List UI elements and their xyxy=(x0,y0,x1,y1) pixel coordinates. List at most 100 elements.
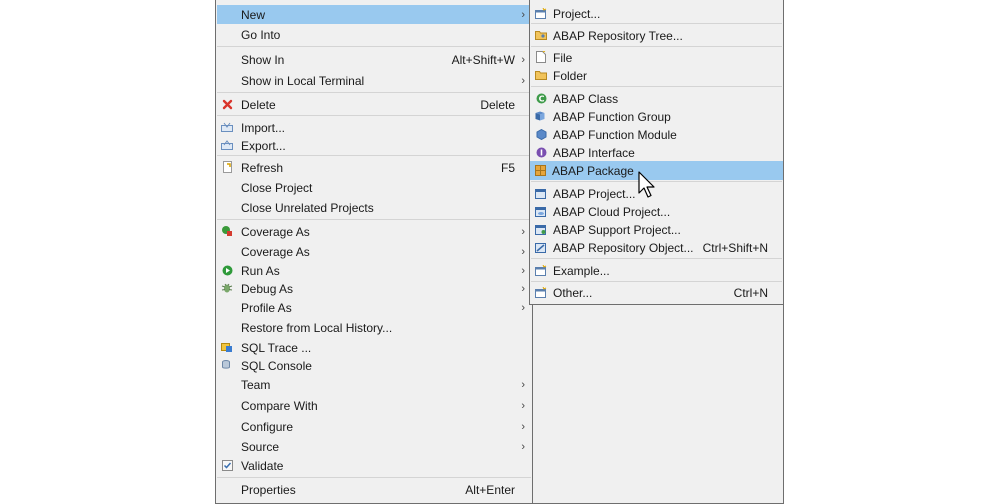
submenu-item-abap-cloud-project[interactable]: ABAP Cloud Project... xyxy=(531,202,782,221)
submenu-arrow-icon: › xyxy=(521,399,525,412)
submenu-arrow-icon: › xyxy=(521,53,525,66)
function-group-icon xyxy=(535,110,547,122)
menu-item-label: Go Into xyxy=(241,27,281,42)
menu-item-import[interactable]: Import... xyxy=(217,118,531,137)
refresh-icon xyxy=(221,161,233,173)
menu-item-coverage-as[interactable]: Coverage As › xyxy=(217,222,531,241)
menu-item-go-into[interactable]: Go Into xyxy=(217,25,531,44)
menu-item-label: New xyxy=(241,7,266,22)
mouse-pointer-icon xyxy=(638,171,655,198)
run-icon xyxy=(221,264,233,276)
submenu-arrow-icon: › xyxy=(521,74,525,87)
menu-item-sql-trace[interactable]: SQL Trace ... xyxy=(217,338,531,357)
menu-item-label: File xyxy=(553,50,573,65)
menu-item-delete[interactable]: Delete Delete xyxy=(217,95,531,114)
menu-item-label: Delete xyxy=(241,97,276,112)
submenu-item-project[interactable]: Project... xyxy=(531,4,782,23)
menu-item-close-unrelated-projects[interactable]: Close Unrelated Projects xyxy=(217,198,531,217)
svg-text:I: I xyxy=(540,148,543,157)
menu-item-label: ABAP Package xyxy=(552,163,634,178)
menu-item-label: ABAP Support Project... xyxy=(553,222,681,237)
submenu-item-folder[interactable]: Folder xyxy=(531,66,782,85)
menu-item-label: Profile As xyxy=(241,300,292,315)
menu-item-label: ABAP Function Group xyxy=(553,109,671,124)
menu-item-export[interactable]: Export... xyxy=(217,136,531,155)
submenu-item-abap-interface[interactable]: I ABAP Interface xyxy=(531,143,782,162)
example-icon xyxy=(535,264,547,276)
submenu-item-abap-repository-object[interactable]: ABAP Repository Object... Ctrl+Shift+N xyxy=(531,238,782,257)
abap-interface-icon: I xyxy=(535,146,547,158)
submenu-arrow-icon: › xyxy=(521,378,525,391)
submenu-arrow-icon: › xyxy=(521,440,525,453)
submenu-arrow-icon: › xyxy=(521,225,525,238)
menu-separator xyxy=(217,92,531,93)
menu-item-close-project[interactable]: Close Project xyxy=(217,178,531,197)
menu-item-run-as[interactable]: Run As › xyxy=(217,261,531,280)
menu-item-show-in-local-terminal[interactable]: Show in Local Terminal › xyxy=(217,71,531,90)
menu-separator xyxy=(217,46,531,47)
menu-item-debug-as[interactable]: Debug As › xyxy=(217,279,531,298)
menu-item-configure[interactable]: Configure › xyxy=(217,417,531,436)
menu-item-refresh[interactable]: Refresh F5 xyxy=(217,158,531,177)
menu-item-label: Close Unrelated Projects xyxy=(241,200,374,215)
menu-item-label: Validate xyxy=(241,458,284,473)
new-submenu: Project... ABAP Repository Tree... File … xyxy=(529,0,784,305)
menu-item-label: Source xyxy=(241,439,280,454)
shortcut-label: Ctrl+Shift+N xyxy=(702,240,768,255)
abap-package-icon xyxy=(534,164,546,176)
menu-item-profile-as[interactable]: Profile As › xyxy=(217,298,531,317)
submenu-arrow-icon: › xyxy=(521,264,525,277)
menu-item-label: ABAP Project... xyxy=(553,186,636,201)
submenu-item-example[interactable]: Example... xyxy=(531,261,782,280)
menu-item-label: ABAP Function Module xyxy=(553,127,677,142)
menu-item-coverage-as-2[interactable]: Coverage As › xyxy=(217,242,531,261)
submenu-item-other[interactable]: Other... Ctrl+N xyxy=(531,283,782,302)
menu-item-label: ABAP Repository Tree... xyxy=(553,28,683,43)
menu-item-sql-console[interactable]: SQL Console xyxy=(217,356,531,375)
abap-project-icon xyxy=(535,187,547,199)
shortcut-label: F5 xyxy=(500,160,515,175)
menu-separator xyxy=(531,258,782,259)
menu-item-label: ABAP Interface xyxy=(553,145,635,160)
menu-item-label: Other... xyxy=(553,285,593,300)
sql-trace-icon xyxy=(221,341,233,353)
menu-separator xyxy=(217,115,531,116)
menu-item-label: SQL Trace ... xyxy=(241,340,312,355)
submenu-arrow-icon: › xyxy=(521,301,525,314)
svg-text:C: C xyxy=(538,94,544,103)
menu-item-label: Show In xyxy=(241,52,285,67)
abap-cloud-project-icon xyxy=(535,205,547,217)
menu-separator xyxy=(531,86,782,87)
menu-item-properties[interactable]: Properties Alt+Enter xyxy=(217,480,531,499)
submenu-item-abap-function-group[interactable]: ABAP Function Group xyxy=(531,107,782,126)
menu-item-label: Properties xyxy=(241,482,296,497)
menu-item-restore-from-local-history[interactable]: Restore from Local History... xyxy=(217,318,531,337)
shortcut-label: Alt+Shift+W xyxy=(451,52,515,67)
submenu-item-abap-class[interactable]: C ABAP Class xyxy=(531,89,782,108)
submenu-arrow-icon: › xyxy=(521,420,525,433)
abap-class-icon: C xyxy=(535,92,547,104)
menu-separator xyxy=(531,46,782,47)
sql-console-icon xyxy=(221,359,233,371)
shortcut-label: Ctrl+N xyxy=(733,285,768,300)
menu-item-label: Restore from Local History... xyxy=(241,320,393,335)
menu-item-label: SQL Console xyxy=(241,358,312,373)
submenu-item-abap-repository-tree[interactable]: ABAP Repository Tree... xyxy=(531,26,782,45)
menu-item-label: Export... xyxy=(241,138,286,153)
debug-icon xyxy=(221,282,233,294)
submenu-item-abap-support-project[interactable]: ABAP Support Project... xyxy=(531,220,782,239)
menu-item-new[interactable]: New › xyxy=(217,5,531,24)
submenu-item-file[interactable]: File xyxy=(531,48,782,67)
menu-item-show-in[interactable]: Show In Alt+Shift+W › xyxy=(217,50,531,69)
menu-item-label: Folder xyxy=(553,68,588,83)
menu-item-source[interactable]: Source › xyxy=(217,437,531,456)
menu-separator xyxy=(217,219,531,220)
shortcut-label: Delete xyxy=(480,97,515,112)
menu-item-team[interactable]: Team › xyxy=(217,375,531,394)
submenu-item-abap-function-module[interactable]: ABAP Function Module xyxy=(531,125,782,144)
menu-item-compare-with[interactable]: Compare With › xyxy=(217,396,531,415)
menu-item-label: Import... xyxy=(241,120,286,135)
import-icon xyxy=(221,121,233,133)
menu-item-validate[interactable]: Validate xyxy=(217,456,531,475)
menu-item-label: Team xyxy=(241,377,271,392)
